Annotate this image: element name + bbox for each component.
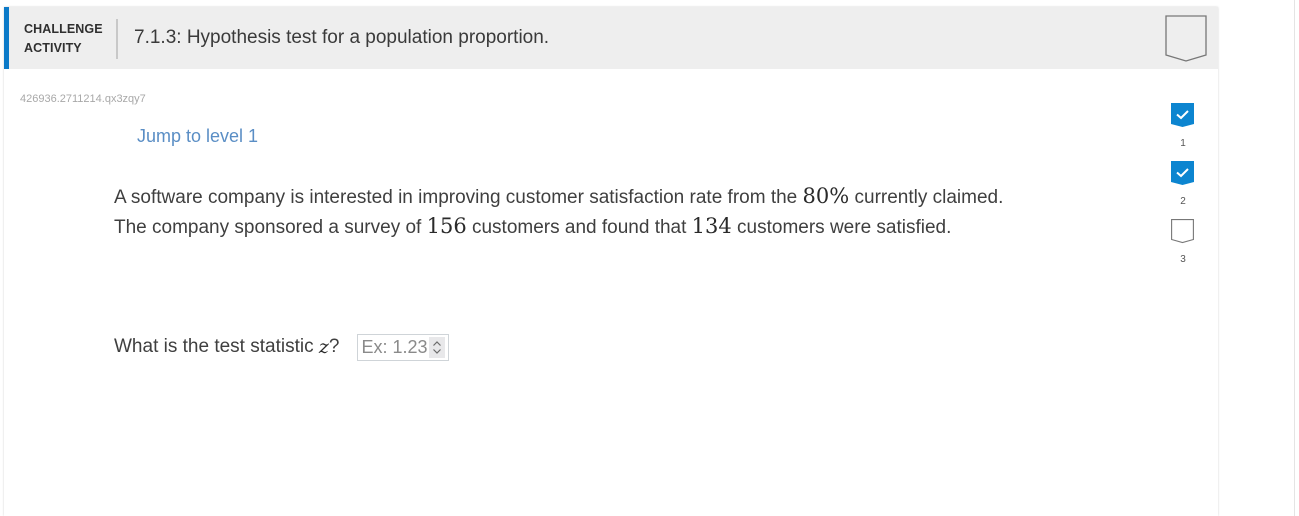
problem-text: customers were satisfied.: [731, 217, 952, 238]
activity-id: 426936.2711214.qx3zqy7: [20, 93, 146, 105]
activity-type-line1: CHALLENGE: [24, 22, 103, 36]
question-text: What is the test statistic: [114, 336, 314, 357]
problem-statement: A software company is interested in impr…: [114, 182, 1114, 242]
level-number: 2: [1180, 196, 1186, 207]
problem-line-1: A software company is interested in impr…: [114, 182, 1114, 212]
variable-z: z: [318, 336, 329, 358]
satisfied-count: 134: [691, 214, 732, 238]
header-accent-bar: [4, 7, 9, 69]
level-3: 3: [1168, 219, 1198, 277]
question-row: What is the test statistic z?: [114, 333, 450, 361]
activity-title: 7.1.3: Hypothesis test for a population …: [134, 27, 550, 48]
challenge-activity: CHALLENGE ACTIVITY 7.1.3: Hypothesis tes…: [4, 7, 1218, 516]
level-number: 3: [1180, 254, 1186, 265]
level-3-button[interactable]: [1171, 219, 1194, 244]
level-navigation: 1 2 3: [1168, 103, 1198, 277]
problem-text: customers and found that: [466, 217, 692, 238]
level-completed-check-icon: [1171, 161, 1194, 185]
answer-field: [357, 333, 450, 361]
activity-header: CHALLENGE ACTIVITY 7.1.3: Hypothesis tes…: [4, 7, 1218, 69]
activity-type-line2: ACTIVITY: [24, 41, 82, 55]
level-number: 1: [1180, 138, 1186, 149]
jump-to-level-link[interactable]: Jump to level 1: [137, 126, 258, 147]
question-mark: ?: [328, 336, 340, 357]
level-2-button[interactable]: [1171, 161, 1194, 186]
level-completed-check-icon: [1171, 103, 1194, 127]
activity-type-label: CHALLENGE ACTIVITY: [24, 20, 114, 58]
problem-text: A software company is interested in impr…: [114, 187, 803, 208]
claimed-rate: 80%: [802, 184, 850, 208]
level-2: 2: [1168, 161, 1198, 219]
level-1: 1: [1168, 103, 1198, 161]
spinner-arrows-icon: [433, 340, 442, 354]
problem-line-2: The company sponsored a survey of 156 cu…: [114, 212, 1114, 242]
completion-badge-icon: [1165, 15, 1207, 63]
problem-text: The company sponsored a survey of: [114, 217, 427, 238]
sample-size: 156: [426, 214, 467, 238]
page-border: [1294, 0, 1295, 516]
level-1-button[interactable]: [1171, 103, 1194, 128]
test-statistic-input[interactable]: [358, 334, 431, 360]
header-divider: [116, 19, 118, 59]
level-incomplete-icon: [1171, 219, 1194, 244]
problem-text: currently claimed.: [849, 187, 1004, 208]
number-spinner[interactable]: [429, 336, 446, 358]
page: CHALLENGE ACTIVITY 7.1.3: Hypothesis tes…: [0, 0, 1299, 516]
